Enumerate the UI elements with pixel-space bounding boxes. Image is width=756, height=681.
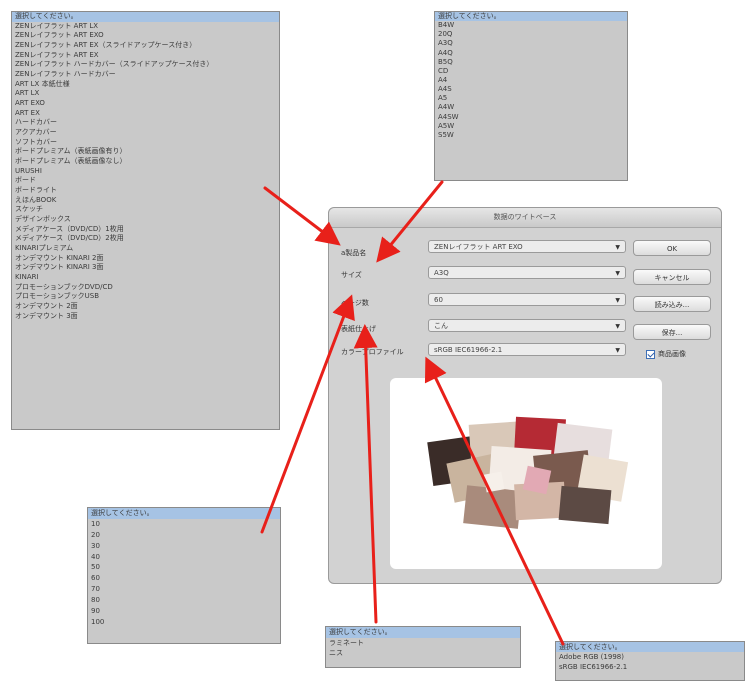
list-item[interactable]: 70 bbox=[88, 584, 280, 595]
list-item[interactable]: アクアカバー bbox=[12, 128, 279, 138]
product-select[interactable]: ZENレイフラット ART EXO ▼ bbox=[428, 240, 626, 253]
list-item[interactable]: Adobe RGB (1998) bbox=[556, 652, 744, 662]
list-item[interactable]: A4W bbox=[435, 103, 627, 112]
product-label: a製品名 bbox=[341, 249, 367, 257]
size-select[interactable]: A3Q ▼ bbox=[428, 266, 626, 279]
list-item[interactable]: KINARIプレミアム bbox=[12, 244, 279, 254]
list-item[interactable]: 80 bbox=[88, 595, 280, 606]
list-item[interactable]: 20Q bbox=[435, 30, 627, 39]
list-item[interactable]: ボードプレミアム（表紙画像なし） bbox=[12, 157, 279, 167]
list-item[interactable]: ハードカバー bbox=[12, 118, 279, 128]
list-item[interactable]: 60 bbox=[88, 573, 280, 584]
settings-dialog: 数据のワイトベース a製品名 サイズ ページ数 表紙仕上げ カラープロファイル … bbox=[328, 207, 722, 584]
list-item[interactable]: 30 bbox=[88, 541, 280, 552]
list-item[interactable]: オンデマウント KINARI 3面 bbox=[12, 263, 279, 273]
list-item[interactable]: A4Q bbox=[435, 49, 627, 58]
list-item[interactable]: URUSHI bbox=[12, 167, 279, 177]
list-item[interactable]: メディアケース（DVD/CD）1枚用 bbox=[12, 225, 279, 235]
list-item[interactable]: A3Q bbox=[435, 39, 627, 48]
chevron-down-icon: ▼ bbox=[615, 347, 620, 354]
list-item[interactable]: ボードライト bbox=[12, 186, 279, 196]
product-dropdown-list[interactable]: 選択してください。 ZENレイフラット ART LX ZENレイフラット ART E… bbox=[11, 11, 280, 430]
list-item[interactable]: オンデマウント 3面 bbox=[12, 312, 279, 322]
chevron-down-icon: ▼ bbox=[615, 244, 620, 251]
finish-label: 表紙仕上げ bbox=[341, 325, 376, 333]
list-item[interactable]: ZENレイフラット ART EXO bbox=[12, 31, 279, 41]
list-item[interactable]: ZENレイフラット ハードカバー bbox=[12, 70, 279, 80]
list-item[interactable]: ART EX bbox=[12, 109, 279, 119]
list-item[interactable]: プロモーションブックDVD/CD bbox=[12, 283, 279, 293]
pages-label: ページ数 bbox=[341, 299, 369, 307]
list-item[interactable]: オンデマウント KINARI 2面 bbox=[12, 254, 279, 264]
dialog-title: 数据のワイトベース bbox=[329, 208, 721, 228]
load-button[interactable]: 読み込み... bbox=[633, 296, 711, 312]
list-item[interactable]: 選択してください。 bbox=[88, 508, 280, 519]
list-item[interactable]: B5Q bbox=[435, 58, 627, 67]
preview-pane bbox=[390, 378, 662, 569]
chevron-down-icon: ▼ bbox=[615, 323, 620, 330]
list-item[interactable]: 10 bbox=[88, 519, 280, 530]
list-item[interactable]: 選択してください。 bbox=[326, 627, 520, 638]
list-item[interactable]: ART LX 本紙仕様 bbox=[12, 80, 279, 90]
list-item[interactable]: ZENレイフラット ハードカバー（スライドアップケース付き） bbox=[12, 60, 279, 70]
list-item[interactable]: 選択してください。 bbox=[12, 12, 279, 22]
finish-dropdown-list[interactable]: 選択してください。 ラミネート ニス bbox=[325, 626, 521, 668]
profile-select-value: sRGB IEC61966-2.1 bbox=[434, 346, 503, 354]
list-item[interactable]: 選択してください。 bbox=[556, 642, 744, 652]
chevron-down-icon: ▼ bbox=[615, 270, 620, 277]
list-item[interactable]: A4SW bbox=[435, 113, 627, 122]
profile-dropdown-list[interactable]: 選択してください。 Adobe RGB (1998) sRGB IEC61966-2… bbox=[555, 641, 745, 681]
list-item[interactable]: ボードプレミアム（表紙画像有り） bbox=[12, 147, 279, 157]
list-item[interactable]: sRGB IEC61966-2.1 bbox=[556, 662, 744, 672]
list-item[interactable]: A5W bbox=[435, 122, 627, 131]
pages-select[interactable]: 60 ▼ bbox=[428, 293, 626, 306]
list-item[interactable]: スケッチ bbox=[12, 205, 279, 215]
cancel-button[interactable]: キャンセル bbox=[633, 269, 711, 285]
list-item[interactable]: 50 bbox=[88, 562, 280, 573]
list-item[interactable]: プロモーションブックUSB bbox=[12, 292, 279, 302]
size-dropdown-list[interactable]: 選択してください。 B4W 20Q A3Q A4Q B5Q CD A4 A4S A5 A4W A4SW… bbox=[434, 11, 628, 181]
list-item[interactable]: CD bbox=[435, 67, 627, 76]
product-collage-image bbox=[427, 416, 629, 529]
list-item[interactable]: デザインボックス bbox=[12, 215, 279, 225]
save-button[interactable]: 保存... bbox=[633, 324, 711, 340]
list-item[interactable]: ART LX bbox=[12, 89, 279, 99]
chevron-down-icon: ▼ bbox=[615, 297, 620, 304]
list-item[interactable]: B4W bbox=[435, 21, 627, 30]
profile-select[interactable]: sRGB IEC61966-2.1 ▼ bbox=[428, 343, 626, 356]
list-item[interactable]: 40 bbox=[88, 552, 280, 563]
profile-label: カラープロファイル bbox=[341, 348, 404, 356]
list-item[interactable]: 選択してください。 bbox=[435, 12, 627, 22]
list-item[interactable]: えほんBOOK bbox=[12, 196, 279, 206]
list-item[interactable]: A5 bbox=[435, 94, 627, 103]
list-item[interactable]: オンデマウント 2面 bbox=[12, 302, 279, 312]
checkbox-checked-icon[interactable] bbox=[646, 349, 655, 359]
list-item[interactable]: ZENレイフラット ART LX bbox=[12, 22, 279, 32]
product-image-checkbox-label: 商品画像 bbox=[658, 350, 686, 358]
ok-button[interactable]: OK bbox=[633, 240, 711, 256]
list-item[interactable]: S5W bbox=[435, 131, 627, 140]
size-select-value: A3Q bbox=[434, 269, 449, 277]
list-item[interactable]: ZENレイフラット ART EX（スライドアップケース付き） bbox=[12, 41, 279, 51]
list-item[interactable]: ボード bbox=[12, 176, 279, 186]
list-item[interactable]: メディアケース（DVD/CD）2枚用 bbox=[12, 234, 279, 244]
finish-select-value: こん bbox=[434, 322, 448, 330]
pages-dropdown-list[interactable]: 選択してください。 10 20 30 40 50 60 70 80 90 100 bbox=[87, 507, 281, 644]
list-item[interactable]: A4S bbox=[435, 85, 627, 94]
list-item[interactable]: ART EXO bbox=[12, 99, 279, 109]
product-select-value: ZENレイフラット ART EXO bbox=[434, 243, 523, 251]
list-item[interactable]: 100 bbox=[88, 617, 280, 628]
list-item[interactable]: A4 bbox=[435, 76, 627, 85]
size-label: サイズ bbox=[341, 271, 362, 279]
list-item[interactable]: KINARI bbox=[12, 273, 279, 283]
list-item[interactable]: ニス bbox=[326, 648, 520, 659]
list-item[interactable]: 90 bbox=[88, 606, 280, 617]
list-item[interactable]: 20 bbox=[88, 530, 280, 541]
finish-select[interactable]: こん ▼ bbox=[428, 319, 626, 332]
list-item[interactable]: ZENレイフラット ART EX bbox=[12, 51, 279, 61]
list-item[interactable]: ラミネート bbox=[326, 638, 520, 649]
pages-select-value: 60 bbox=[434, 296, 443, 304]
list-item[interactable]: ソフトカバー bbox=[12, 138, 279, 148]
product-image-checkbox-row[interactable]: 商品画像 bbox=[646, 349, 686, 359]
